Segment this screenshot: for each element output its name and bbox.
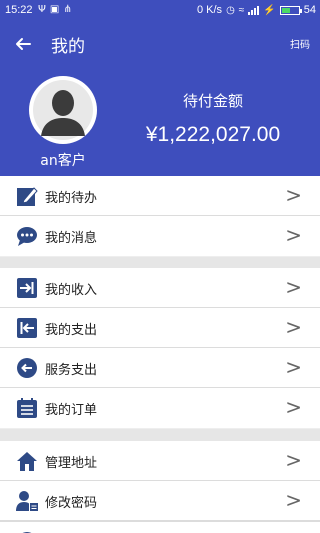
section-divider [0,257,320,268]
menu-group-finance: 我的收入 > 我的支出 > 服务支出 > 我的订单 > [0,268,320,428]
network-speed: 0 K/s [196,4,223,16]
menu-group-tasks: 我的待办 > 我的消息 > [0,176,320,256]
section-divider [0,429,320,441]
order-icon [17,398,37,418]
chat-icon [17,227,37,246]
scan-button[interactable]: 扫码 [290,36,310,51]
pending-payment-amount: ¥1,222,027.00 [145,123,281,146]
user-lock-icon [16,491,38,511]
menu-item-label: 服务支出 [45,363,98,378]
menu-item-service-expense[interactable]: 服务支出 > [0,348,320,388]
menu-item-messages[interactable]: 我的消息 > [0,216,320,256]
chevron-right-icon: > [285,488,302,512]
person-silhouette-icon [30,77,96,143]
menu-item-label: 我的收入 [45,283,98,298]
status-notification-icons: Ψ ▣ ⋔ [38,4,72,16]
chevron-right-icon: > [285,183,302,207]
battery-percent: 54 [303,4,316,16]
battery-fill [281,7,291,13]
wifi-icon: ≈ [238,4,245,16]
share-icon: ⋔ [63,4,72,15]
status-right: 0 K/s ◷ ≈ ⚡ 54 [197,4,316,16]
menu-item-partial[interactable] [0,521,320,533]
pending-payment-label: 待付金额 [182,92,243,110]
username: an客户 [40,153,86,169]
menu-item-label: 修改密码 [45,496,98,511]
avatar[interactable] [29,76,97,144]
menu-item-label: 我的订单 [45,403,98,418]
menu-item-income[interactable]: 我的收入 > [0,268,320,308]
battery-icon [279,5,302,15]
profile-header: 15:22 Ψ ▣ ⋔ 0 K/s ◷ ≈ ⚡ 54 我的 扫码 an客户 待付… [0,0,320,176]
menu-item-label: 我的待办 [45,191,98,206]
expense-icon [17,318,37,338]
signal-icon [248,5,260,15]
chevron-right-icon: > [285,448,302,472]
usb-icon: Ψ [38,4,46,15]
chevron-right-icon: > [285,275,302,299]
chevron-right-icon: > [285,315,302,339]
screen: 15:22 Ψ ▣ ⋔ 0 K/s ◷ ≈ ⚡ 54 我的 扫码 an客户 待付… [0,0,320,533]
menu-item-orders[interactable]: 我的订单 > [0,388,320,428]
menu-item-expense[interactable]: 我的支出 > [0,308,320,348]
menu-item-label: 我的消息 [45,231,98,246]
image-icon: ▣ [49,4,60,15]
menu-item-change-password[interactable]: 修改密码 > [0,481,320,521]
status-time: 15:22 [5,4,33,16]
back-button[interactable] [10,31,38,57]
pencil-icon [17,187,38,206]
service-icon [17,358,37,378]
page-title: 我的 [51,37,85,57]
income-icon [17,278,37,298]
app-bar: 我的 扫码 [0,26,320,62]
home-icon [17,452,37,471]
menu-item-todo[interactable]: 我的待办 > [0,176,320,216]
charging-icon: ⚡ [263,4,276,16]
chevron-right-icon: > [285,395,302,419]
menu-item-label: 我的支出 [45,323,98,338]
back-arrow-icon [16,38,31,50]
menu-group-account: 管理地址 > 修改密码 > [0,441,320,533]
chevron-right-icon: > [285,355,302,379]
clock-icon: ◷ [226,4,235,16]
chevron-right-icon: > [285,223,302,247]
menu-item-address[interactable]: 管理地址 > [0,441,320,481]
status-bar: 15:22 Ψ ▣ ⋔ 0 K/s ◷ ≈ ⚡ 54 [0,0,320,22]
menu-item-label: 管理地址 [45,456,98,471]
